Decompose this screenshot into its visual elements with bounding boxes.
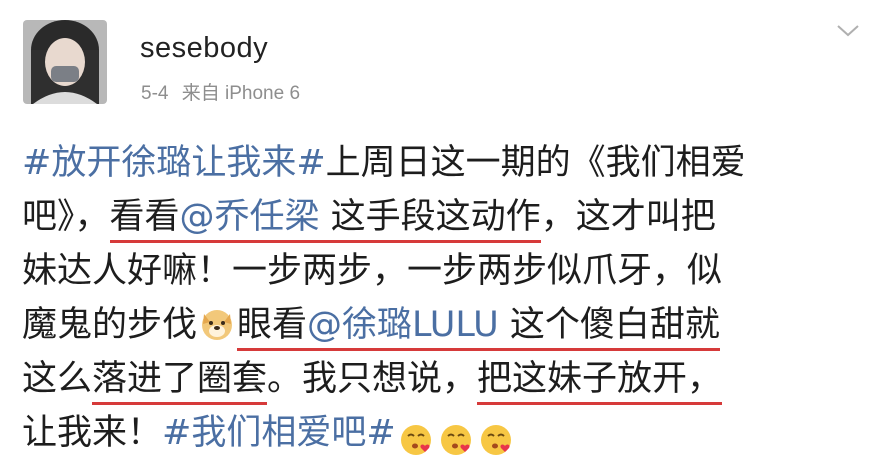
post-line-6: 让我来！#我们相爱吧# [22,406,862,460]
post-line-4: 魔鬼的步伐 眼看@徐璐LULU 这个傻白甜就 [22,298,862,352]
underlined-text: 眼看@徐璐LULU 这个傻白甜就 [237,305,720,351]
underlined-text: 把这妹子放开， [477,359,723,405]
underlined-text: 看看@乔任梁 这手段这动作 [109,197,541,243]
post-date: 5-4 [141,83,169,104]
avatar[interactable] [23,20,107,104]
post-source: 来自 iPhone 6 [181,83,301,104]
post-body: #放开徐璐让我来#上周日这一期的《我们相爱 吧》，看看@乔任梁 这手段这动作，这… [22,136,862,460]
post-text: 魔鬼的步伐 [22,305,198,345]
mention-link[interactable]: @乔任梁 [180,197,320,237]
post-text: 这个傻白甜就 [498,305,720,345]
underlined-text: 落进了圈套 [92,359,268,405]
post-text: 这么 [22,359,93,399]
kissing-heart-emoji-icon [440,425,471,455]
post-text: 让我来！ [22,413,163,453]
post-text: 。我只想说， [267,359,478,399]
post-text: 眼看 [237,305,308,345]
post-meta: 5-4 来自 iPhone 6 [141,78,308,105]
mention-link[interactable]: @徐璐LULU [307,305,499,345]
post-line-3: 妹达人好嘛！一步两步，一步两步似爪牙，似 [22,244,862,298]
kissing-heart-emoji-icon [400,425,431,455]
post-line-1: #放开徐璐让我来#上周日这一期的《我们相爱 [22,136,862,190]
username[interactable]: sesebody [140,32,268,65]
post-text: 这手段这动作 [319,197,541,237]
dog-face-emoji-icon [202,310,233,340]
hashtag-link[interactable]: #我们相爱吧# [162,413,396,453]
hashtag-link[interactable]: #放开徐璐让我来# [22,143,326,183]
chevron-down-icon[interactable] [835,22,861,40]
post-text: 妹达人好嘛！一步两步，一步两步似爪牙，似 [22,251,723,291]
post-line-2: 吧》，看看@乔任梁 这手段这动作，这才叫把 [22,190,862,244]
kissing-heart-emoji-icon [480,425,511,455]
post-text: ，这才叫把 [540,197,716,237]
post-text: 吧》， [22,197,110,237]
post-text: 上周日这一期的《我们相爱 [325,143,746,183]
post-text: 看看 [109,197,180,237]
post-line-5: 这么落进了圈套。我只想说，把这妹子放开， [22,352,862,406]
